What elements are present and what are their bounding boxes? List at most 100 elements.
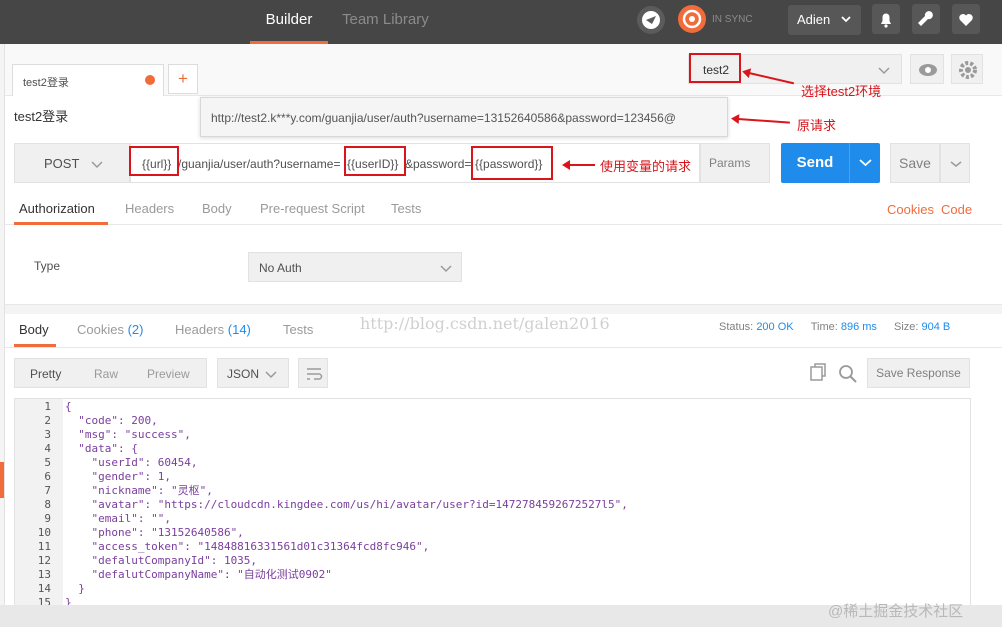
send-options-button[interactable] — [849, 143, 880, 183]
code-text: "defalutCompanyName": "自动化测试0902" — [65, 568, 332, 581]
code-text: { — [65, 400, 72, 413]
bell-icon — [881, 13, 891, 28]
code-text: "access_token": "14848816331561d01c31364… — [65, 540, 430, 553]
annotation-arrow-original — [737, 118, 790, 124]
original-url-tooltip: http://test2.k***y.com/guanjia/user/auth… — [200, 97, 728, 137]
code-text: "nickname": "灵枢", — [65, 484, 213, 497]
tab-response-tests[interactable]: Tests — [283, 322, 313, 337]
annotation-original: 原请求 — [797, 118, 837, 133]
code-line: 12 "defalutCompanyId": 1035, — [15, 554, 961, 568]
annotation-box-url-var — [129, 146, 179, 176]
annotation-box-password-var — [471, 146, 553, 180]
save-button[interactable]: Save — [890, 143, 940, 183]
tab-response-body[interactable]: Body — [19, 322, 49, 337]
chevron-down-icon — [90, 157, 104, 174]
request-tab-label: test2登录 — [23, 77, 69, 89]
annotation-box-env — [689, 53, 741, 83]
blog-watermark: http://blog.csdn.net/galen2016 — [360, 314, 610, 333]
sidebar-edge — [0, 44, 5, 627]
sync-icon[interactable] — [678, 5, 706, 33]
cookies-tab-label: Cookies — [77, 322, 124, 337]
request-tab[interactable]: test2登录 — [12, 64, 164, 96]
headers-count: (14) — [227, 322, 251, 337]
active-tab-underline — [14, 222, 108, 225]
code-text: } — [65, 582, 85, 595]
line-number: 9 — [44, 512, 51, 525]
sync-status: IN SYNC — [712, 14, 753, 25]
annotation-env: 选择test2环境 — [801, 84, 882, 99]
line-number: 2 — [44, 414, 51, 427]
tab-response-cookies[interactable]: Cookies (2) — [77, 322, 143, 337]
view-pretty[interactable]: Pretty — [30, 367, 61, 381]
code-text: "msg": "success", — [65, 428, 191, 441]
send-button[interactable]: Send — [781, 143, 849, 183]
favorites-button[interactable] — [952, 4, 980, 34]
save-options-button[interactable] — [940, 143, 970, 183]
line-number: 13 — [37, 568, 51, 581]
line-number: 7 — [44, 484, 51, 497]
format-select[interactable]: JSON — [217, 358, 289, 388]
env-quick-look-button[interactable] — [910, 54, 944, 84]
code-link[interactable]: Code — [941, 202, 972, 217]
code-line: 3 "msg": "success", — [15, 428, 961, 442]
tab-body[interactable]: Body — [202, 201, 232, 216]
tab-tests[interactable]: Tests — [391, 201, 421, 216]
user-menu[interactable]: Adien — [788, 5, 861, 35]
tab-builder[interactable]: Builder — [250, 0, 328, 44]
code-line: 6 "gender": 1, — [15, 470, 961, 484]
view-raw[interactable]: Raw — [94, 367, 118, 381]
line-number: 5 — [44, 456, 51, 469]
search-icon[interactable] — [836, 360, 860, 386]
top-bar: Builder Team Library IN SYNC Adien — [0, 0, 1002, 44]
tab-response-headers[interactable]: Headers (14) — [175, 322, 251, 337]
env-settings-button[interactable] — [951, 54, 983, 84]
code-text: "gender": 1, — [65, 470, 171, 483]
tab-pre-request-script[interactable]: Pre-request Script — [260, 201, 365, 216]
line-number: 4 — [44, 442, 51, 455]
view-preview[interactable]: Preview — [147, 367, 190, 381]
copy-icon[interactable] — [806, 360, 830, 386]
add-tab-button[interactable]: + — [168, 64, 198, 94]
line-number: 8 — [44, 498, 51, 511]
code-line: 9 "email": "", — [15, 512, 961, 526]
tab-headers[interactable]: Headers — [125, 201, 174, 216]
auth-type-select[interactable]: No Auth — [248, 252, 462, 282]
request-name: test2登录 — [14, 109, 69, 124]
response-editor[interactable]: 1{2 "code": 200, 3 "msg": "success", 4 "da… — [14, 398, 971, 608]
line-number: 10 — [37, 526, 51, 539]
cookies-link[interactable]: Cookies — [887, 202, 934, 217]
line-number: 3 — [44, 428, 51, 441]
size-label: Size: — [893, 321, 919, 333]
code-text: "userId": 60454, — [65, 456, 198, 469]
notifications-button[interactable] — [872, 4, 900, 34]
wrap-icon — [307, 368, 323, 380]
chevron-down-icon — [439, 261, 453, 278]
size-value: 904 B — [921, 321, 951, 333]
settings-button[interactable] — [912, 4, 940, 34]
response-meta: Status: 200 OK Time: 896 ms Size: 904 B — [719, 321, 950, 333]
tab-authorization[interactable]: Authorization — [19, 201, 95, 216]
status-label: Status: — [719, 321, 754, 333]
view-mode-group: Pretty Raw Preview — [14, 358, 207, 388]
satellite-icon[interactable] — [637, 6, 665, 34]
time-label: Time: — [810, 321, 838, 333]
sidebar-active-marker — [0, 462, 4, 498]
tab-team-library[interactable]: Team Library — [342, 0, 429, 44]
chevron-down-icon — [859, 159, 872, 167]
headers-tab-label: Headers — [175, 322, 225, 337]
line-number: 1 — [44, 400, 51, 413]
panel-divider — [5, 304, 1002, 314]
code-text: "data": { — [65, 442, 138, 455]
cookies-count: (2) — [127, 322, 144, 337]
code-line: 13 "defalutCompanyName": "自动化测试0902" — [15, 568, 961, 582]
method-select[interactable]: POST — [14, 143, 130, 183]
time-value: 896 ms — [840, 321, 877, 333]
code-line: 14 } — [15, 582, 961, 596]
wrap-lines-button[interactable] — [298, 358, 328, 388]
url-password-key: &password= — [405, 157, 472, 171]
save-response-button[interactable]: Save Response — [867, 358, 970, 388]
code-line: 11 "access_token": "14848816331561d01c31… — [15, 540, 961, 554]
wrench-icon — [918, 11, 933, 26]
params-button[interactable]: Params — [700, 143, 770, 183]
line-number: 6 — [44, 470, 51, 483]
